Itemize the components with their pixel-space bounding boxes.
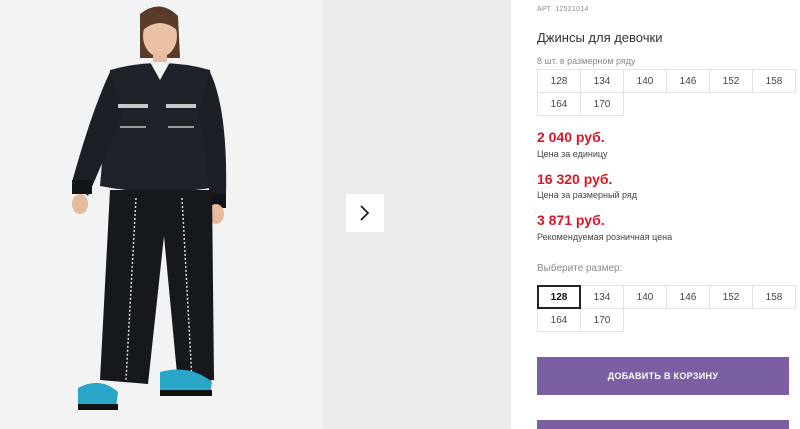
- add-to-cart-button[interactable]: ДОБАВИТЬ В КОРЗИНУ: [537, 357, 789, 395]
- size-option-140[interactable]: 140: [623, 285, 667, 309]
- secondary-action-button[interactable]: [537, 420, 789, 429]
- article-number: АРТ 12521014: [537, 6, 589, 13]
- unit-price: 2 040 руб.: [537, 129, 605, 145]
- size-row-cell: 164: [537, 92, 581, 116]
- choose-size-label: Выберите размер:: [537, 263, 623, 274]
- chevron-right-icon: [360, 205, 370, 221]
- unit-price-label: Цена за единицу: [537, 149, 608, 159]
- size-option-128[interactable]: 128: [537, 285, 581, 309]
- product-title: Джинсы для девочки: [537, 30, 663, 45]
- product-info-panel: АРТ 12521014 Джинсы для девочки 8 шт. в р…: [537, 0, 800, 429]
- divider: [510, 0, 511, 429]
- size-option-146[interactable]: 146: [666, 285, 710, 309]
- size-row-cell: 170: [580, 92, 624, 116]
- article-label: АРТ: [537, 6, 552, 13]
- size-row-cell: 128: [537, 69, 581, 93]
- article-value: 12521014: [555, 6, 589, 13]
- size-row-cell: 146: [666, 69, 710, 93]
- size-row-note: 8 шт. в размерном ряду: [537, 56, 636, 66]
- size-row-cell: 140: [623, 69, 667, 93]
- size-selector: 128 134 140 146 152 158 164 170: [537, 285, 796, 332]
- retail-price-label: Рекомендуемая розничная цена: [537, 232, 673, 242]
- size-option-134[interactable]: 134: [580, 285, 624, 309]
- size-option-158[interactable]: 158: [752, 285, 796, 309]
- size-row-cell: 152: [709, 69, 753, 93]
- size-row-cell: 134: [580, 69, 624, 93]
- row-price: 16 320 руб.: [537, 171, 613, 187]
- size-row-grid: 128 134 140 146 152 158 164 170: [537, 69, 796, 116]
- product-photo[interactable]: [0, 0, 322, 429]
- size-option-164[interactable]: 164: [537, 308, 581, 332]
- girl-in-black-outfit-image: [0, 0, 322, 429]
- size-option-152[interactable]: 152: [709, 285, 753, 309]
- product-gallery: [0, 0, 510, 429]
- size-row-cell: 158: [752, 69, 796, 93]
- row-price-label: Цена за размерный ряд: [537, 190, 638, 200]
- retail-price: 3 871 руб.: [537, 212, 605, 228]
- size-option-170[interactable]: 170: [580, 308, 624, 332]
- next-photo-button[interactable]: [346, 194, 384, 232]
